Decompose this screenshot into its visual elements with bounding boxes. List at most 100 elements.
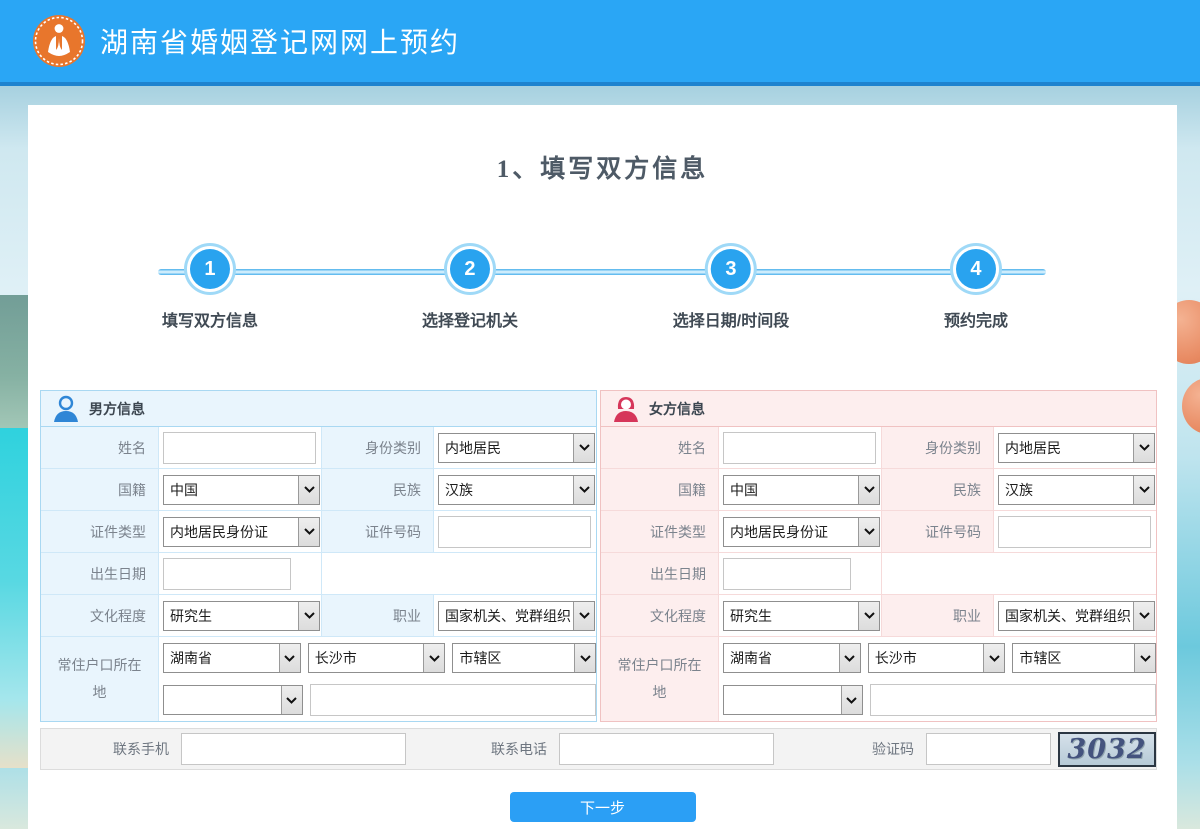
male-district-select[interactable]: 市辖区 xyxy=(452,643,596,673)
step-3-circle: 3 xyxy=(711,249,751,289)
female-id-type-select[interactable]: 内地居民 xyxy=(998,433,1155,463)
balloon-icon xyxy=(1182,378,1200,434)
step-connector-line xyxy=(158,269,1046,275)
step-4-circle: 4 xyxy=(956,249,996,289)
female-birth-label: 出生日期 xyxy=(601,553,719,595)
app-title: 湖南省婚姻登记网网上预约 xyxy=(100,21,460,61)
step-4-label: 预约完成 xyxy=(944,307,1008,331)
chevron-down-icon xyxy=(983,644,1004,672)
male-nationality-select[interactable]: 中国 xyxy=(163,475,320,505)
female-doc-no-input[interactable] xyxy=(998,516,1151,548)
chevron-down-icon xyxy=(1133,476,1154,504)
female-info-panel: 女方信息 姓名 身份类别 内地居民 国籍 中国 民族 xyxy=(600,390,1157,722)
female-ethnicity-label: 民族 xyxy=(882,469,994,511)
female-education-select[interactable]: 研究生 xyxy=(723,601,880,631)
background-water xyxy=(0,428,30,768)
male-doc-no-label: 证件号码 xyxy=(322,511,434,553)
female-panel-title: 女方信息 xyxy=(649,399,705,419)
chevron-down-icon xyxy=(1133,602,1154,630)
chevron-down-icon xyxy=(858,476,879,504)
step-indicator: 1 填写双方信息 2 选择登记机关 3 选择日期/时间段 4 预约完成 xyxy=(28,235,1177,345)
male-doc-type-select[interactable]: 内地居民身份证 xyxy=(163,517,320,547)
chevron-down-icon xyxy=(858,602,879,630)
female-district-select[interactable]: 市辖区 xyxy=(1012,643,1156,673)
male-ethnicity-label: 民族 xyxy=(322,469,434,511)
female-ethnicity-select[interactable]: 汉族 xyxy=(998,475,1155,505)
step-1-circle: 1 xyxy=(190,249,230,289)
chevron-down-icon xyxy=(574,644,595,672)
male-residence-label: 常住户口所在地 xyxy=(41,637,159,721)
step-1: 1 填写双方信息 xyxy=(162,249,258,331)
female-nationality-select[interactable]: 中国 xyxy=(723,475,880,505)
male-info-panel: 男方信息 姓名 身份类别 内地居民 国籍 中国 民族 xyxy=(40,390,597,722)
male-name-input[interactable] xyxy=(163,432,316,464)
male-nationality-label: 国籍 xyxy=(41,469,159,511)
step-2-label: 选择登记机关 xyxy=(422,307,518,331)
female-name-label: 姓名 xyxy=(601,427,719,469)
female-residence-label: 常住户口所在地 xyxy=(601,637,719,721)
page-title: 1、填写双方信息 xyxy=(28,149,1177,185)
female-occupation-label: 职业 xyxy=(882,595,994,637)
chevron-down-icon xyxy=(423,644,444,672)
step-3: 3 选择日期/时间段 xyxy=(673,249,789,331)
step-1-label: 填写双方信息 xyxy=(162,307,258,331)
male-birth-date-input[interactable] xyxy=(163,558,291,590)
step-2-circle: 2 xyxy=(450,249,490,289)
female-address-input[interactable] xyxy=(870,684,1156,716)
male-panel-header: 男方信息 xyxy=(40,390,597,427)
male-occupation-select[interactable]: 国家机关、党群组织 xyxy=(438,601,595,631)
male-province-select[interactable]: 湖南省 xyxy=(163,643,301,673)
chevron-down-icon xyxy=(573,476,594,504)
female-panel-header: 女方信息 xyxy=(600,390,1157,427)
step-2: 2 选择登记机关 xyxy=(422,249,518,331)
mobile-input[interactable] xyxy=(181,733,406,765)
chevron-down-icon xyxy=(858,518,879,546)
female-birth-date-input[interactable] xyxy=(723,558,851,590)
chevron-down-icon xyxy=(279,644,300,672)
female-doc-type-select[interactable]: 内地居民身份证 xyxy=(723,517,880,547)
captcha-input[interactable] xyxy=(926,733,1051,765)
chevron-down-icon xyxy=(573,434,594,462)
contact-bar: 联系手机 联系电话 验证码 3032 xyxy=(40,728,1157,770)
male-birth-label: 出生日期 xyxy=(41,553,159,595)
male-id-type-label: 身份类别 xyxy=(322,427,434,469)
male-avatar-icon xyxy=(53,395,79,423)
next-step-button[interactable]: 下一步 xyxy=(510,792,696,822)
female-city-select[interactable]: 长沙市 xyxy=(868,643,1006,673)
female-occupation-select[interactable]: 国家机关、党群组织 xyxy=(998,601,1155,631)
male-panel-title: 男方信息 xyxy=(89,399,145,419)
chevron-down-icon xyxy=(573,602,594,630)
male-city-select[interactable]: 长沙市 xyxy=(308,643,446,673)
civil-affairs-logo-icon xyxy=(32,14,86,68)
male-street-select[interactable] xyxy=(163,685,303,715)
female-name-input[interactable] xyxy=(723,432,876,464)
male-education-select[interactable]: 研究生 xyxy=(163,601,320,631)
chevron-down-icon xyxy=(839,644,860,672)
male-residence-fields: 湖南省 长沙市 市辖区 xyxy=(159,637,596,721)
female-street-select[interactable] xyxy=(723,685,863,715)
male-id-type-select[interactable]: 内地居民 xyxy=(438,433,595,463)
content-panel: 1、填写双方信息 1 填写双方信息 2 选择登记机关 3 选择日期/时间段 4 … xyxy=(28,105,1177,829)
chevron-down-icon xyxy=(1133,434,1154,462)
female-doc-type-label: 证件类型 xyxy=(601,511,719,553)
chevron-down-icon xyxy=(298,602,319,630)
app-header: 湖南省婚姻登记网网上预约 xyxy=(0,0,1200,86)
female-education-label: 文化程度 xyxy=(601,595,719,637)
male-ethnicity-select[interactable]: 汉族 xyxy=(438,475,595,505)
chevron-down-icon xyxy=(841,686,862,714)
male-doc-type-label: 证件类型 xyxy=(41,511,159,553)
chevron-down-icon xyxy=(281,686,302,714)
female-province-select[interactable]: 湖南省 xyxy=(723,643,861,673)
phone-label: 联系电话 xyxy=(418,739,559,759)
step-3-label: 选择日期/时间段 xyxy=(673,307,789,331)
male-doc-no-input[interactable] xyxy=(438,516,591,548)
male-address-input[interactable] xyxy=(310,684,596,716)
female-id-type-label: 身份类别 xyxy=(882,427,994,469)
captcha-image[interactable]: 3032 xyxy=(1058,732,1156,767)
female-doc-no-label: 证件号码 xyxy=(882,511,994,553)
chevron-down-icon xyxy=(298,518,319,546)
male-education-label: 文化程度 xyxy=(41,595,159,637)
phone-input[interactable] xyxy=(559,733,774,765)
background-trees xyxy=(0,295,30,430)
male-name-label: 姓名 xyxy=(41,427,159,469)
